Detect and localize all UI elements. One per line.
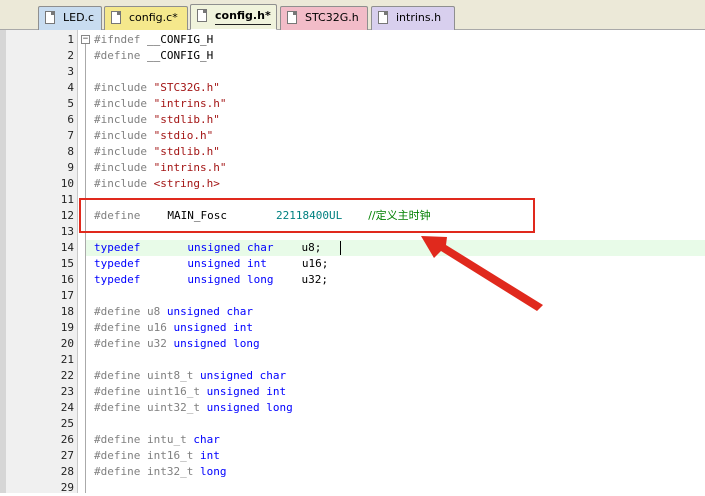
annotation-arrow-icon <box>421 236 543 311</box>
